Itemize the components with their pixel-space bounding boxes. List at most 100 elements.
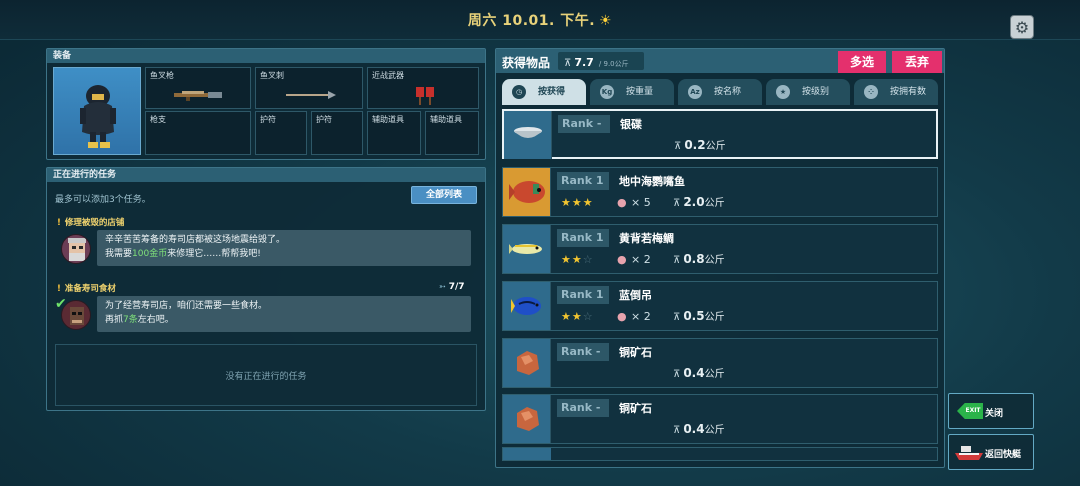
melee-slot-label: 近战武器 — [372, 71, 404, 80]
rank-label: Rank — [561, 288, 593, 301]
item-name: 铜矿石 — [619, 346, 652, 359]
item-row[interactable]: Rank 1 地中海鹦嘴鱼 ★★★ ● × 5 ⊼ 2.0公斤 — [502, 167, 938, 217]
tab-sort-rank[interactable]: ★ 按级别 — [766, 79, 850, 105]
task-2-progress-text: 7/7 — [448, 282, 465, 292]
item-row[interactable]: Rank - 铜矿石 ⊼ 0.4公斤 — [502, 338, 938, 388]
boat-icon — [955, 446, 983, 460]
item-name: 地中海鹦嘴鱼 — [619, 175, 685, 188]
exit-icon: EXIT — [957, 403, 983, 419]
close-button[interactable]: EXIT 关闭 — [948, 393, 1034, 429]
tab-sort-count[interactable]: ⁘ 按拥有数 — [854, 79, 938, 105]
tab-sort-count-label: 按拥有数 — [890, 87, 927, 97]
checkmark-icon: ✔ — [55, 296, 67, 312]
star-rating: ★★★ — [561, 196, 594, 209]
return-to-boat-button[interactable]: 返回快艇 — [948, 434, 1034, 470]
tab-sort-name[interactable]: Az 按名称 — [678, 79, 762, 105]
npc-chef-face-icon — [68, 238, 86, 261]
settings-gear-icon[interactable]: ⚙ — [1010, 15, 1034, 39]
star-icon: ★ — [571, 196, 583, 209]
harpoon-slot-label: 鱼叉枪 — [150, 71, 174, 80]
spear-slot[interactable]: 鱼叉刺 — [255, 67, 363, 109]
diver-character-icon — [80, 85, 116, 148]
task-1-description: 辛辛苦苦筹备的寿司店都被这场地震给毁了。 我需要100金币来修理它……帮帮我吧! — [97, 230, 471, 266]
rank-label: Rank — [561, 345, 593, 358]
rank-tag: Rank 1 — [557, 286, 609, 304]
equipment-panel: 装备 鱼叉枪 鱼叉刺 近战武器 枪支 护符 护符 辅助道具 辅助道具 — [46, 48, 486, 160]
tasks-title: 正在进行的任务 — [47, 168, 485, 182]
item-row[interactable]: Rank 1 蓝倒吊 ★★☆ ● × 2 ⊼ 0.5公斤 — [502, 281, 938, 331]
item-weight-value: 2.0 — [683, 195, 705, 209]
diver-avatar[interactable] — [53, 67, 141, 155]
harpoon-gun-icon — [174, 91, 222, 101]
weight-icon: ⊼ — [564, 58, 572, 69]
tool-slot-2[interactable]: 辅助道具 — [425, 111, 479, 155]
copper-ore-icon — [517, 407, 539, 431]
silver-plate-thumb — [504, 111, 552, 159]
dots-icon: ⁘ — [864, 85, 878, 99]
empty-task-slot: 没有正在进行的任务 — [55, 344, 477, 406]
item-weight-unit: 公斤 — [704, 312, 725, 323]
tab-sort-rank-label: 按级别 — [802, 87, 830, 97]
task-1-title[interactable]: ! 修理被毁的店铺 — [57, 216, 124, 228]
blue-tang-icon — [511, 297, 541, 315]
npc-chef-avatar — [61, 234, 91, 264]
discard-button[interactable]: 丢弃 — [892, 51, 942, 73]
task-2-progress: ➳ 7/7 — [439, 282, 465, 292]
spear-slot-label: 鱼叉刺 — [260, 71, 284, 80]
item-weight-value: 0.2 — [684, 138, 706, 152]
rank-label: Rank — [561, 231, 593, 244]
charm-slot-1[interactable]: 护符 — [255, 111, 307, 155]
harpoon-slot[interactable]: 鱼叉枪 — [145, 67, 251, 109]
tab-sort-obtained[interactable]: ◷ 按获得 — [502, 79, 586, 105]
full-list-button[interactable]: 全部列表 — [411, 186, 477, 204]
rank-value: 1 — [595, 288, 604, 301]
item-weight: ⊼ 0.4公斤 — [673, 421, 725, 436]
weight-icon: ⊼ — [673, 425, 681, 436]
silver-plate-icon — [514, 127, 542, 138]
empty-task-text: 没有正在进行的任务 — [225, 372, 307, 382]
item-weight-value: 0.4 — [683, 366, 705, 380]
rank-label: Rank — [561, 401, 593, 414]
blue-tang-thumb — [503, 282, 551, 330]
rank-value: - — [595, 345, 601, 358]
star-icon: ★ — [571, 310, 583, 323]
star-rating: ★★☆ — [561, 253, 594, 266]
star-icon: ★ — [561, 196, 572, 209]
gun-slot[interactable]: 枪支 — [145, 111, 251, 155]
item-weight-unit: 公斤 — [704, 198, 725, 209]
tool-slot-2-label: 辅助道具 — [430, 115, 462, 124]
rank-value: - — [595, 401, 601, 414]
item-row[interactable]: Rank - 铜矿石 ⊼ 0.4公斤 — [502, 394, 938, 444]
task-limit-text: 最多可以添加3个任务。 — [55, 195, 151, 205]
melee-weapon-icon — [416, 87, 434, 105]
task-2-line-2-pre: 再抓 — [105, 315, 124, 325]
tab-sort-obtained-label: 按获得 — [538, 87, 566, 97]
empty-star-icon: ☆ — [582, 310, 594, 323]
melee-slot[interactable]: 近战武器 — [367, 67, 479, 109]
alert-icon: ! — [57, 284, 61, 294]
tool-slot-1-label: 辅助道具 — [372, 115, 404, 124]
item-row[interactable]: Rank 1 黄背若梅鲷 ★★☆ ● × 2 ⊼ 0.8公斤 — [502, 224, 938, 274]
inventory-title: 获得物品 — [502, 56, 551, 70]
item-weight-value: 0.5 — [683, 309, 705, 323]
equipment-title: 装备 — [47, 49, 485, 63]
parrotfish-icon — [509, 181, 545, 203]
gun-slot-label: 枪支 — [150, 115, 166, 124]
item-name: 铜矿石 — [619, 402, 652, 415]
yellowback-seabream-thumb — [503, 225, 551, 273]
task-1-line-2: 我需要100金币来修理它……帮帮我吧! — [105, 247, 463, 261]
item-row[interactable]: Rank - 银碟 ⊼ 0.2公斤 — [502, 109, 938, 159]
tool-slot-1[interactable]: 辅助道具 — [367, 111, 421, 155]
rank-tag: Rank 1 — [557, 172, 609, 190]
tab-sort-weight[interactable]: Kg 按重量 — [590, 79, 674, 105]
item-weight-unit: 公斤 — [705, 141, 726, 152]
task-1-line-2-post: 来修理它……帮帮我吧! — [167, 249, 261, 259]
multi-select-button[interactable]: 多选 — [838, 51, 886, 73]
alpha-sort-icon: Az — [688, 85, 702, 99]
charm-slot-2[interactable]: 护符 — [311, 111, 363, 155]
partial-item-row[interactable] — [502, 447, 938, 461]
task-2-title[interactable]: ! 准备寿司食材 — [57, 282, 116, 294]
weight-icon: ⊼ — [674, 141, 682, 152]
empty-star-icon: ☆ — [582, 253, 594, 266]
weight-icon: ⊼ — [673, 312, 681, 323]
